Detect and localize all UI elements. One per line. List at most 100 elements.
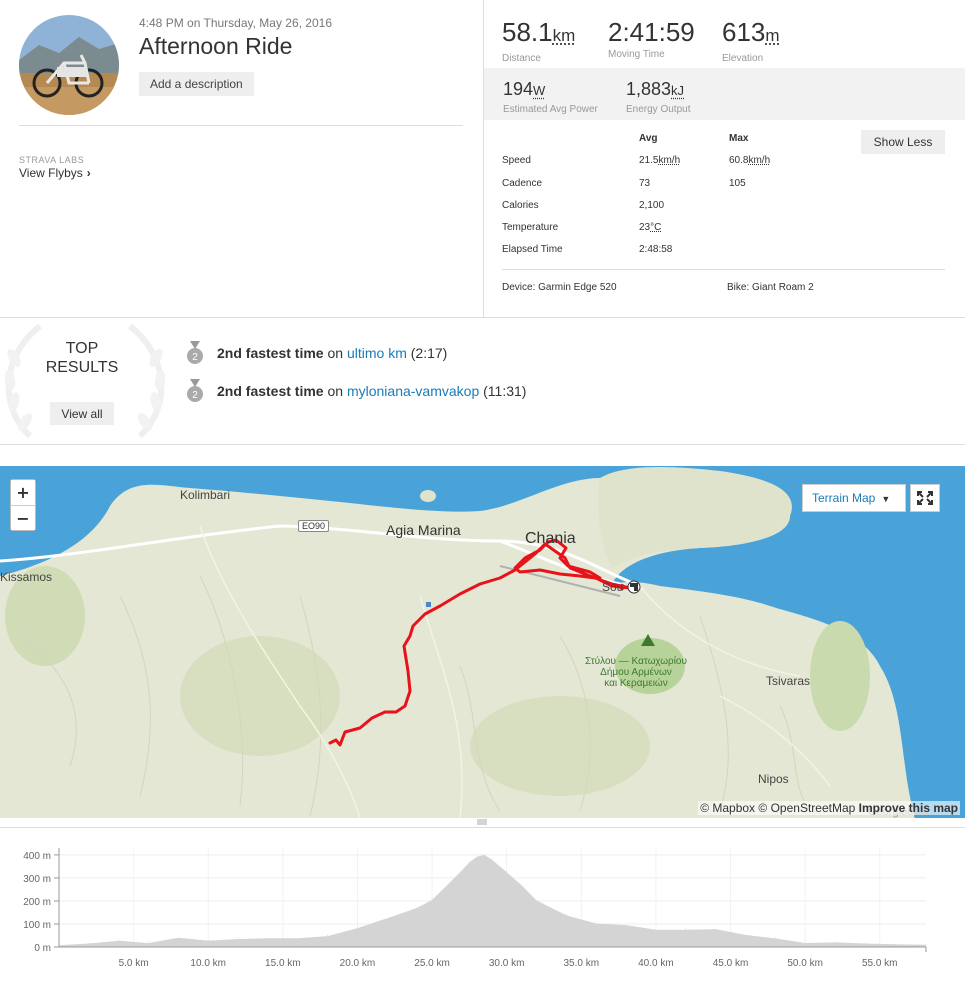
road-badge: EO90 bbox=[298, 520, 330, 532]
elevation-point bbox=[804, 940, 806, 942]
top-results-title-line2: RESULTS bbox=[45, 359, 119, 376]
map-type-label: Terrain Map bbox=[812, 491, 876, 505]
ride-title: Afternoon Ride bbox=[139, 33, 293, 59]
elevation-point bbox=[386, 918, 388, 920]
add-description-button[interactable]: Add a description bbox=[139, 72, 254, 96]
segment-link-ultimo-km[interactable]: ultimo km bbox=[347, 345, 407, 361]
elevation-point bbox=[237, 937, 239, 939]
stat-elevation: 613m Elevation bbox=[722, 17, 780, 64]
elevation-point bbox=[446, 886, 448, 888]
max-header: Max bbox=[729, 133, 749, 144]
distance-label: Distance bbox=[502, 53, 541, 64]
divider bbox=[19, 125, 463, 126]
x-tick-label: 40.0 km bbox=[638, 958, 674, 969]
speed-label: Speed bbox=[502, 155, 531, 166]
temperature-unit: °C bbox=[650, 222, 662, 233]
achievement-on: on bbox=[327, 383, 344, 399]
temperature-label: Temperature bbox=[502, 222, 559, 233]
stat-power: 194W Estimated Avg Power bbox=[503, 78, 598, 115]
power-label: Estimated Avg Power bbox=[503, 104, 598, 115]
elevation-point bbox=[416, 907, 418, 909]
device-info: Device: Garmin Edge 520 bbox=[502, 282, 617, 293]
elevation-point bbox=[595, 921, 597, 923]
elevation-unit: m bbox=[765, 26, 780, 45]
map-label-chania: Chania bbox=[525, 530, 576, 547]
elevation-profile[interactable]: 400 m 300 m 200 m 100 m 0 m 5.0 km 10.0 km 15.0… bbox=[0, 840, 965, 985]
osm-credit-link[interactable]: © OpenStreetMap bbox=[758, 801, 855, 815]
elevation-point bbox=[491, 859, 493, 861]
energy-unit: kJ bbox=[671, 83, 685, 98]
elevation-point bbox=[461, 870, 463, 872]
calories-avg: 2,100 bbox=[639, 200, 665, 211]
segment-link-myloniana-vamvakop[interactable]: myloniana-vamvakop bbox=[347, 383, 479, 399]
elevation-point bbox=[506, 870, 508, 872]
fullscreen-button[interactable] bbox=[910, 484, 940, 512]
elevation-point bbox=[565, 914, 567, 916]
divider bbox=[0, 444, 965, 445]
activity-photo[interactable] bbox=[19, 15, 119, 115]
silver-medal-icon: 2 bbox=[187, 341, 203, 364]
elevation-point bbox=[774, 937, 776, 939]
medal-rank: 2 bbox=[192, 390, 198, 401]
achievement-item: 2 2nd fastest time on myloniana-vamvakop… bbox=[186, 379, 526, 403]
elevation-point bbox=[894, 943, 896, 945]
map-canvas[interactable] bbox=[0, 466, 965, 818]
route-map[interactable]: Kolimbari Agia Marina Chania Kissamos So… bbox=[0, 466, 965, 818]
cadence-avg: 73 bbox=[639, 178, 651, 189]
medal-rank: 2 bbox=[192, 352, 198, 363]
mapbox-credit-link[interactable]: © Mapbox bbox=[700, 801, 755, 815]
elevation-point bbox=[685, 928, 687, 930]
resize-handle-icon[interactable] bbox=[477, 819, 487, 825]
achievement-time: (11:31) bbox=[483, 383, 527, 399]
map-label-kissamos: Kissamos bbox=[0, 570, 53, 584]
view-all-button[interactable]: View all bbox=[50, 402, 114, 425]
stat-moving-time: 2:41:59 Moving Time bbox=[608, 17, 695, 60]
elevation-point bbox=[536, 900, 538, 902]
elevation-point bbox=[267, 939, 269, 941]
show-less-button[interactable]: Show Less bbox=[861, 130, 945, 154]
map-label-souda: Sou bbox=[602, 580, 624, 594]
achievement-on: on bbox=[327, 345, 344, 361]
elevation-label: Elevation bbox=[722, 53, 764, 64]
elevation-point bbox=[297, 938, 299, 940]
map-label-park: Στύλου — Κατωχωρίου Δήμου Αρμένων και Κε… bbox=[585, 656, 687, 689]
elevation-point bbox=[625, 925, 627, 927]
elevation-point bbox=[468, 861, 470, 863]
x-tick-label: 10.0 km bbox=[190, 958, 226, 969]
achievement-time: (2:17) bbox=[410, 345, 448, 361]
strava-labs-label: STRAVA LABS bbox=[19, 155, 85, 165]
chevron-right-icon: › bbox=[86, 166, 91, 180]
elevation-point bbox=[118, 939, 120, 941]
map-attribution: © Mapbox © OpenStreetMap Improve this ma… bbox=[698, 801, 960, 815]
map-label-nipos: Nipos bbox=[758, 772, 789, 786]
map-type-dropdown[interactable]: Terrain Map ▼ bbox=[802, 484, 906, 512]
stat-energy: 1,883kJ Energy Output bbox=[626, 78, 690, 115]
elevation-point bbox=[431, 898, 433, 900]
moving-time-value: 2:41:59 bbox=[608, 17, 695, 47]
zoom-out-button[interactable]: − bbox=[11, 505, 35, 530]
achievement-item: 2 2nd fastest time on ultimo km (2:17) bbox=[186, 341, 447, 365]
y-tick-label: 200 m bbox=[23, 897, 51, 908]
elevation-chart[interactable]: 400 m 300 m 200 m 100 m 0 m 5.0 km 10.0 km 15.0… bbox=[0, 840, 965, 980]
y-tick-label: 400 m bbox=[23, 851, 51, 862]
elevation-point bbox=[715, 930, 717, 932]
view-flybys-label: View Flybys bbox=[19, 166, 83, 180]
map-label-kolimbari: Kolimbari bbox=[180, 488, 231, 502]
bike-info: Bike: Giant Roam 2 bbox=[727, 282, 814, 293]
x-tick-label: 30.0 km bbox=[489, 958, 525, 969]
elevation-point bbox=[148, 940, 150, 942]
x-tick-label: 50.0 km bbox=[787, 958, 823, 969]
elevation-point bbox=[476, 854, 478, 856]
x-tick-label: 25.0 km bbox=[414, 958, 450, 969]
view-flybys-link[interactable]: View Flybys › bbox=[19, 166, 91, 180]
elevation-point bbox=[88, 943, 90, 945]
improve-map-link[interactable]: Improve this map bbox=[859, 801, 958, 815]
achievement-strong: 2nd fastest time bbox=[217, 383, 324, 399]
cadence-max: 105 bbox=[729, 178, 746, 189]
stat-distance: 58.1km Distance bbox=[502, 17, 575, 64]
elevation-point bbox=[521, 886, 523, 888]
elevation-point bbox=[744, 934, 746, 936]
zoom-in-button[interactable]: + bbox=[11, 480, 35, 505]
temperature-avg: 23°C bbox=[639, 222, 661, 233]
x-tick-label: 15.0 km bbox=[265, 958, 301, 969]
